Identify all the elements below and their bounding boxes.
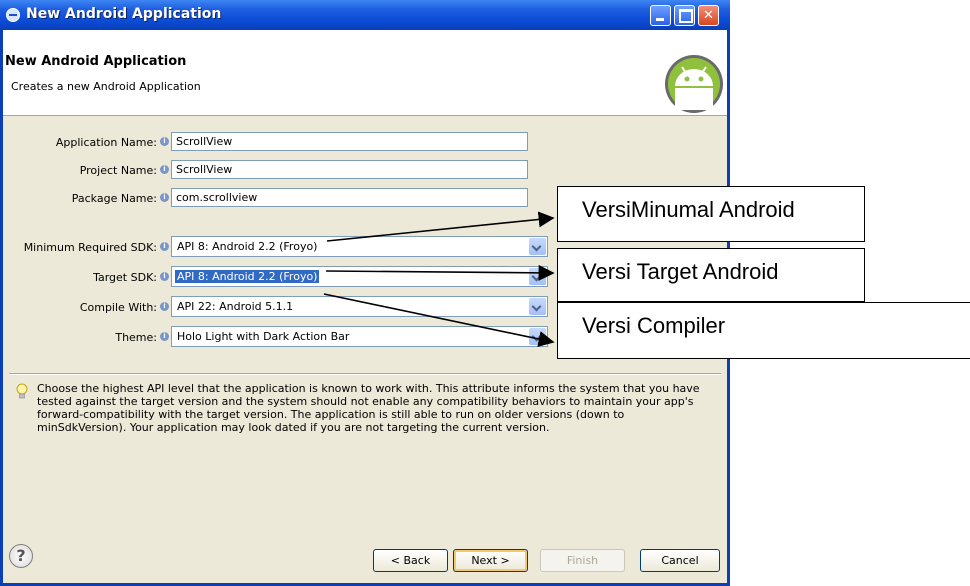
annotation-arrows [323, 211, 555, 347]
arrow-compiler [323, 293, 555, 347]
arrow-target-sdk [325, 264, 555, 281]
arrow-min-sdk [326, 211, 555, 242]
